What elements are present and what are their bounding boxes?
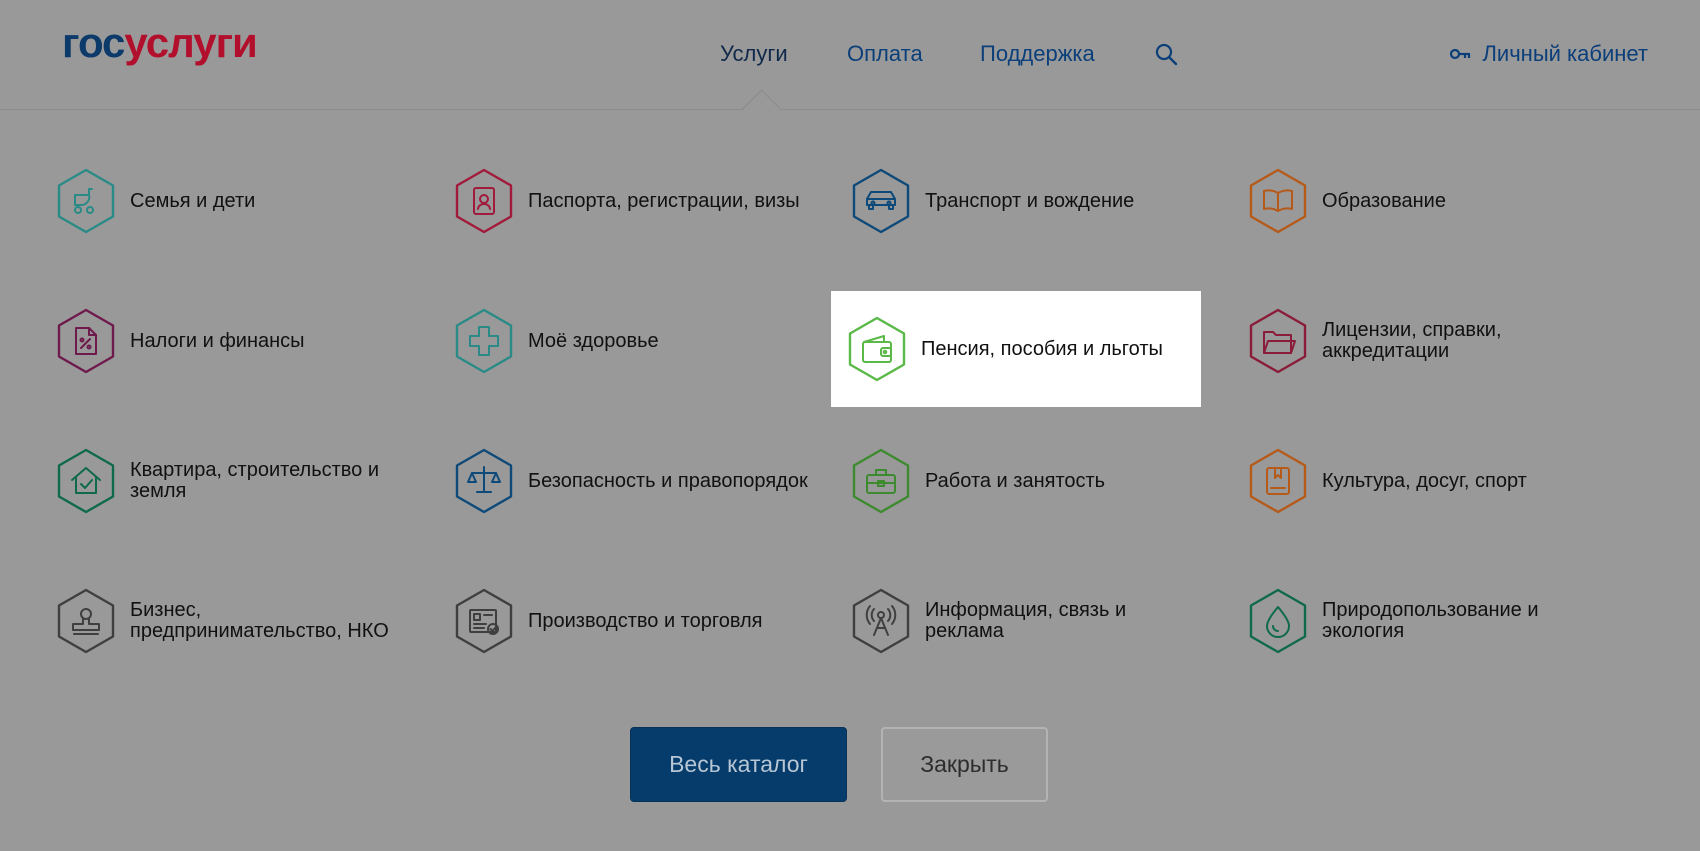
- category-tile[interactable]: Образование: [1232, 143, 1602, 259]
- nav-payment[interactable]: Оплата: [847, 41, 923, 67]
- certificate-icon: [452, 586, 516, 656]
- category-label: Производство и торговля: [528, 609, 763, 632]
- tax-document-icon: [54, 306, 118, 376]
- category-tile[interactable]: Культура, досуг, спорт: [1232, 423, 1602, 539]
- category-tile[interactable]: Квартира, строительство и земля: [40, 423, 410, 539]
- full-catalog-button[interactable]: Весь каталог: [630, 727, 847, 802]
- car-icon: [849, 166, 913, 236]
- category-label: Информация, связь и реклама: [925, 599, 1127, 642]
- category-label: Работа и занятость: [925, 469, 1106, 492]
- antenna-icon: [849, 586, 913, 656]
- category-label: Моё здоровье: [528, 329, 659, 352]
- category-tile[interactable]: Лицензии, справки, аккредитации: [1232, 283, 1602, 399]
- category-tile[interactable]: Пенсия, пособия и льготы: [831, 291, 1201, 407]
- passport-icon: [452, 166, 516, 236]
- stroller-icon: [54, 166, 118, 236]
- personal-account-link[interactable]: Личный кабинет: [1450, 41, 1648, 67]
- gosuslugi-logo[interactable]: госуслуги: [62, 22, 258, 64]
- nav-services[interactable]: Услуги: [720, 41, 788, 67]
- wallet-icon: [845, 314, 909, 384]
- category-label: Культура, досуг, спорт: [1322, 469, 1527, 492]
- category-label: Семья и дети: [130, 189, 256, 212]
- briefcase-icon: [849, 446, 913, 516]
- category-label: Пенсия, пособия и льготы: [921, 337, 1163, 360]
- category-tile[interactable]: Моё здоровье: [438, 283, 808, 399]
- category-label: Налоги и финансы: [130, 329, 305, 352]
- close-button[interactable]: Закрыть: [881, 727, 1048, 802]
- category-label: Паспорта, регистрации, визы: [528, 189, 800, 212]
- category-tile[interactable]: Природопользование и экология: [1232, 563, 1602, 679]
- category-label: Транспорт и вождение: [925, 189, 1135, 212]
- site-header: госуслуги Услуги Оплата Поддержка Личный…: [0, 0, 1700, 110]
- nav-support[interactable]: Поддержка: [980, 41, 1095, 67]
- medical-cross-icon: [452, 306, 516, 376]
- category-tile[interactable]: Бизнес, предпринимательство, НКО: [40, 563, 410, 679]
- category-tile[interactable]: Транспорт и вождение: [835, 143, 1205, 259]
- category-tile[interactable]: Информация, связь и реклама: [835, 563, 1205, 679]
- house-check-icon: [54, 446, 118, 516]
- category-label: Безопасность и правопорядок: [528, 469, 808, 492]
- category-label: Квартира, строительство и земля: [130, 459, 380, 502]
- key-icon: [1450, 41, 1472, 67]
- book-icon: [1246, 166, 1310, 236]
- category-tile[interactable]: Безопасность и правопорядок: [438, 423, 808, 539]
- category-tile[interactable]: Семья и дети: [40, 143, 410, 259]
- category-tile[interactable]: Работа и занятость: [835, 423, 1205, 539]
- category-tile[interactable]: Производство и торговля: [438, 563, 808, 679]
- scales-icon: [452, 446, 516, 516]
- stamp-icon: [54, 586, 118, 656]
- folder-icon: [1246, 306, 1310, 376]
- category-label: Образование: [1322, 189, 1446, 212]
- category-tile[interactable]: Налоги и финансы: [40, 283, 410, 399]
- category-label: Бизнес, предпринимательство, НКО: [130, 599, 389, 642]
- category-label: Природопользование и экология: [1322, 599, 1539, 642]
- personal-account-label: Личный кабинет: [1482, 41, 1648, 66]
- water-drop-icon: [1246, 586, 1310, 656]
- culture-book-icon: [1246, 446, 1310, 516]
- search-icon[interactable]: [1154, 42, 1178, 71]
- category-label: Лицензии, справки, аккредитации: [1322, 319, 1502, 362]
- category-tile[interactable]: Паспорта, регистрации, визы: [438, 143, 808, 259]
